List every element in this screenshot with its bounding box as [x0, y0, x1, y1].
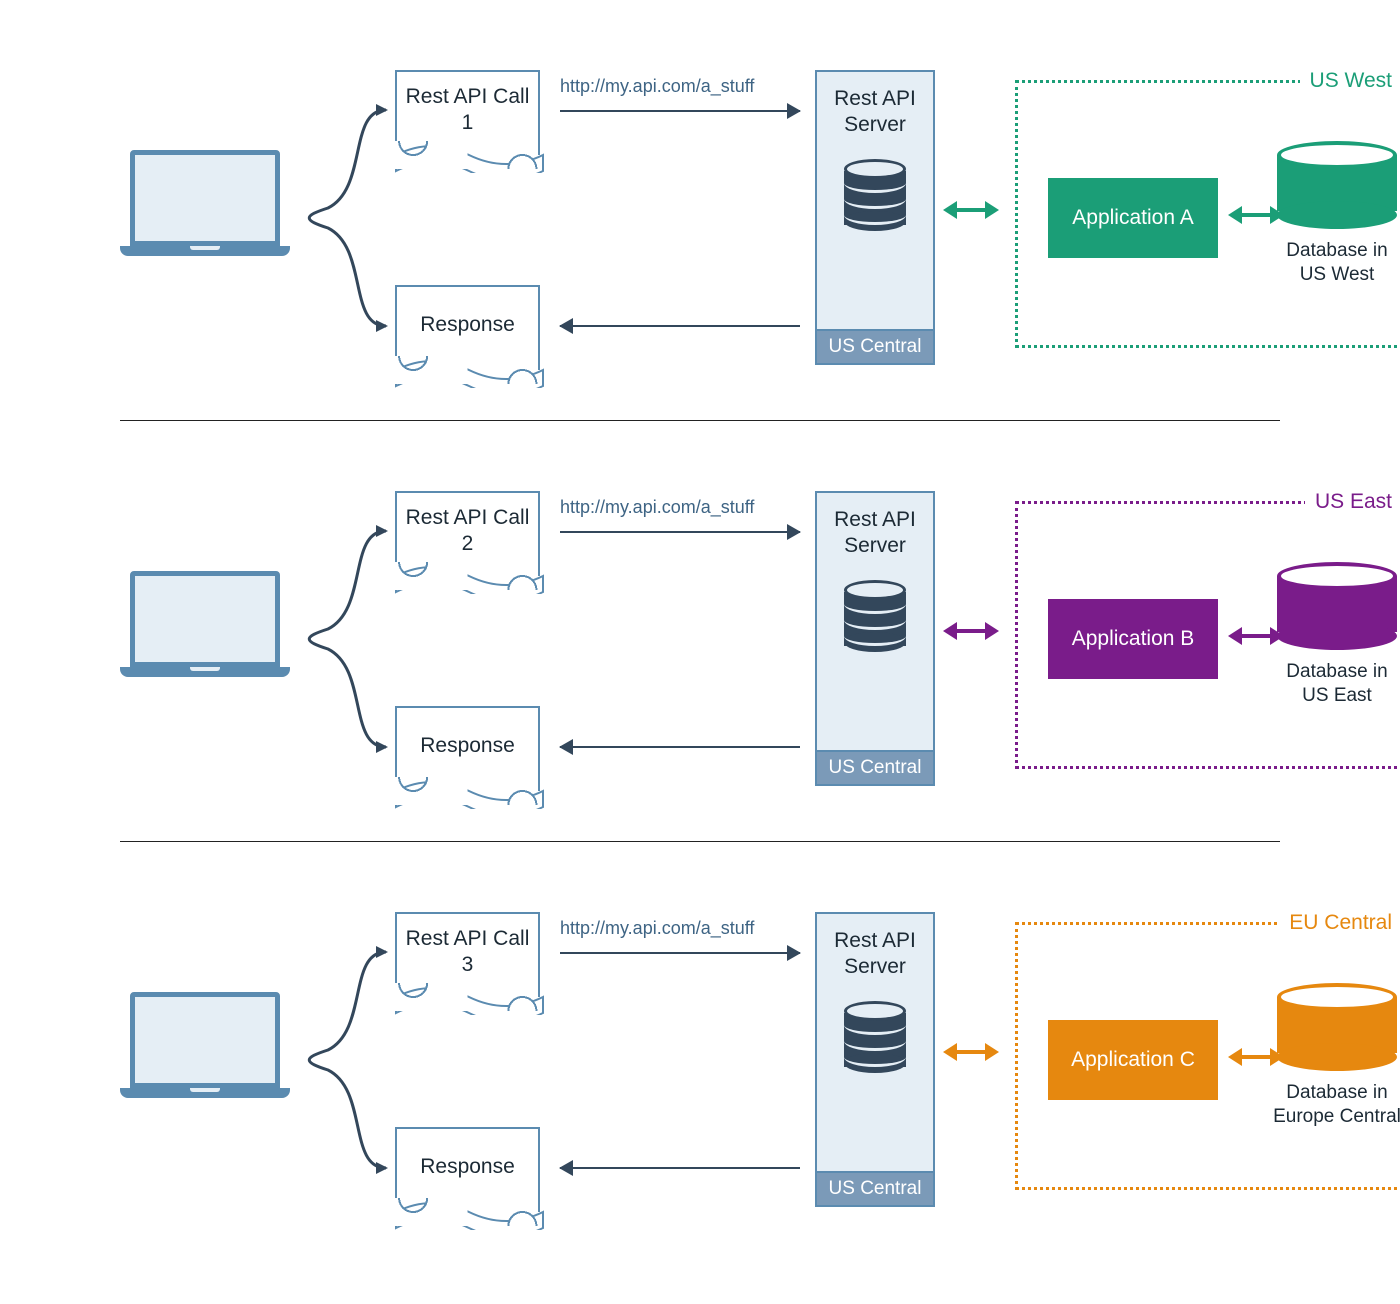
- database-label: Database in US West: [1272, 239, 1400, 287]
- bidirectional-arrow-icon: [945, 629, 997, 633]
- section-divider: [120, 420, 1280, 421]
- response-label: Response: [420, 312, 515, 337]
- database-cylinder-icon: [1277, 993, 1397, 1063]
- api-url: http://my.api.com/a_stuff: [560, 918, 754, 939]
- database-stack-icon: [844, 582, 906, 652]
- server-title: Rest API Server: [825, 507, 925, 560]
- region-name: US West: [1300, 69, 1400, 93]
- database-stack-icon: [844, 1003, 906, 1073]
- response-doc: Response: [395, 285, 540, 370]
- response-doc: Response: [395, 706, 540, 791]
- server-region-badge: US Central: [817, 1171, 933, 1205]
- application-box: Application B: [1048, 599, 1218, 679]
- request-arrow-icon: [560, 531, 800, 533]
- database-cylinder: Database in US East: [1272, 572, 1400, 708]
- rest-api-call-doc: Rest API Call 1: [395, 70, 540, 155]
- rest-api-call-doc: Rest API Call 2: [395, 491, 540, 576]
- section-divider: [120, 841, 1280, 842]
- bidirectional-arrow-icon: [945, 1050, 997, 1054]
- database-cylinder: Database in Europe Central: [1272, 993, 1400, 1129]
- brace-connector-icon: [298, 98, 388, 338]
- response-doc: Response: [395, 1127, 540, 1212]
- region-box: EU Central Application C Database in Eur…: [1015, 922, 1400, 1190]
- rest-api-call-doc: Rest API Call 3: [395, 912, 540, 997]
- brace-connector-icon: [298, 940, 388, 1180]
- request-arrow-icon: [560, 110, 800, 112]
- response-arrow-icon: [560, 325, 800, 327]
- api-url: http://my.api.com/a_stuff: [560, 76, 754, 97]
- database-cylinder: Database in US West: [1272, 151, 1400, 287]
- database-label: Database in Europe Central: [1272, 1081, 1400, 1129]
- rest-api-server-box: Rest API Server US Central: [815, 491, 935, 786]
- application-box: Application A: [1048, 178, 1218, 258]
- application-label: Application C: [1071, 1047, 1195, 1073]
- laptop-icon: [120, 150, 290, 270]
- bidirectional-arrow-icon: [945, 208, 997, 212]
- rest-api-call-label: Rest API Call 2: [405, 505, 530, 555]
- server-region-badge: US Central: [817, 750, 933, 784]
- database-cylinder-icon: [1277, 572, 1397, 642]
- rest-api-call-label: Rest API Call 3: [405, 926, 530, 976]
- flow-row-3: Rest API Call 3 Response http://my.api.c…: [120, 882, 1280, 1242]
- application-label: Application A: [1072, 205, 1193, 231]
- api-url: http://my.api.com/a_stuff: [560, 497, 754, 518]
- region-name: US East: [1305, 490, 1400, 514]
- application-label: Application B: [1072, 626, 1195, 652]
- region-name: EU Central: [1279, 911, 1400, 935]
- rest-api-server-box: Rest API Server US Central: [815, 912, 935, 1207]
- database-cylinder-icon: [1277, 151, 1397, 221]
- response-arrow-icon: [560, 1167, 800, 1169]
- brace-connector-icon: [298, 519, 388, 759]
- response-label: Response: [420, 733, 515, 758]
- flow-row-2: Rest API Call 2 Response http://my.api.c…: [120, 461, 1280, 821]
- application-box: Application C: [1048, 1020, 1218, 1100]
- laptop-icon: [120, 571, 290, 691]
- region-box: US East Application B Database in US Eas…: [1015, 501, 1400, 769]
- laptop-icon: [120, 992, 290, 1112]
- rest-api-call-label: Rest API Call 1: [405, 84, 530, 134]
- rest-api-server-box: Rest API Server US Central: [815, 70, 935, 365]
- flow-row-1: Rest API Call 1 Response http://my.api.c…: [120, 40, 1280, 400]
- database-label: Database in US East: [1272, 660, 1400, 708]
- response-arrow-icon: [560, 746, 800, 748]
- server-title: Rest API Server: [825, 86, 925, 139]
- response-label: Response: [420, 1154, 515, 1179]
- request-arrow-icon: [560, 952, 800, 954]
- server-region-badge: US Central: [817, 329, 933, 363]
- database-stack-icon: [844, 161, 906, 231]
- server-title: Rest API Server: [825, 928, 925, 981]
- diagram-stage: Rest API Call 1 Response http://my.api.c…: [0, 0, 1400, 1282]
- region-box: US West Application A Database in US Wes…: [1015, 80, 1400, 348]
